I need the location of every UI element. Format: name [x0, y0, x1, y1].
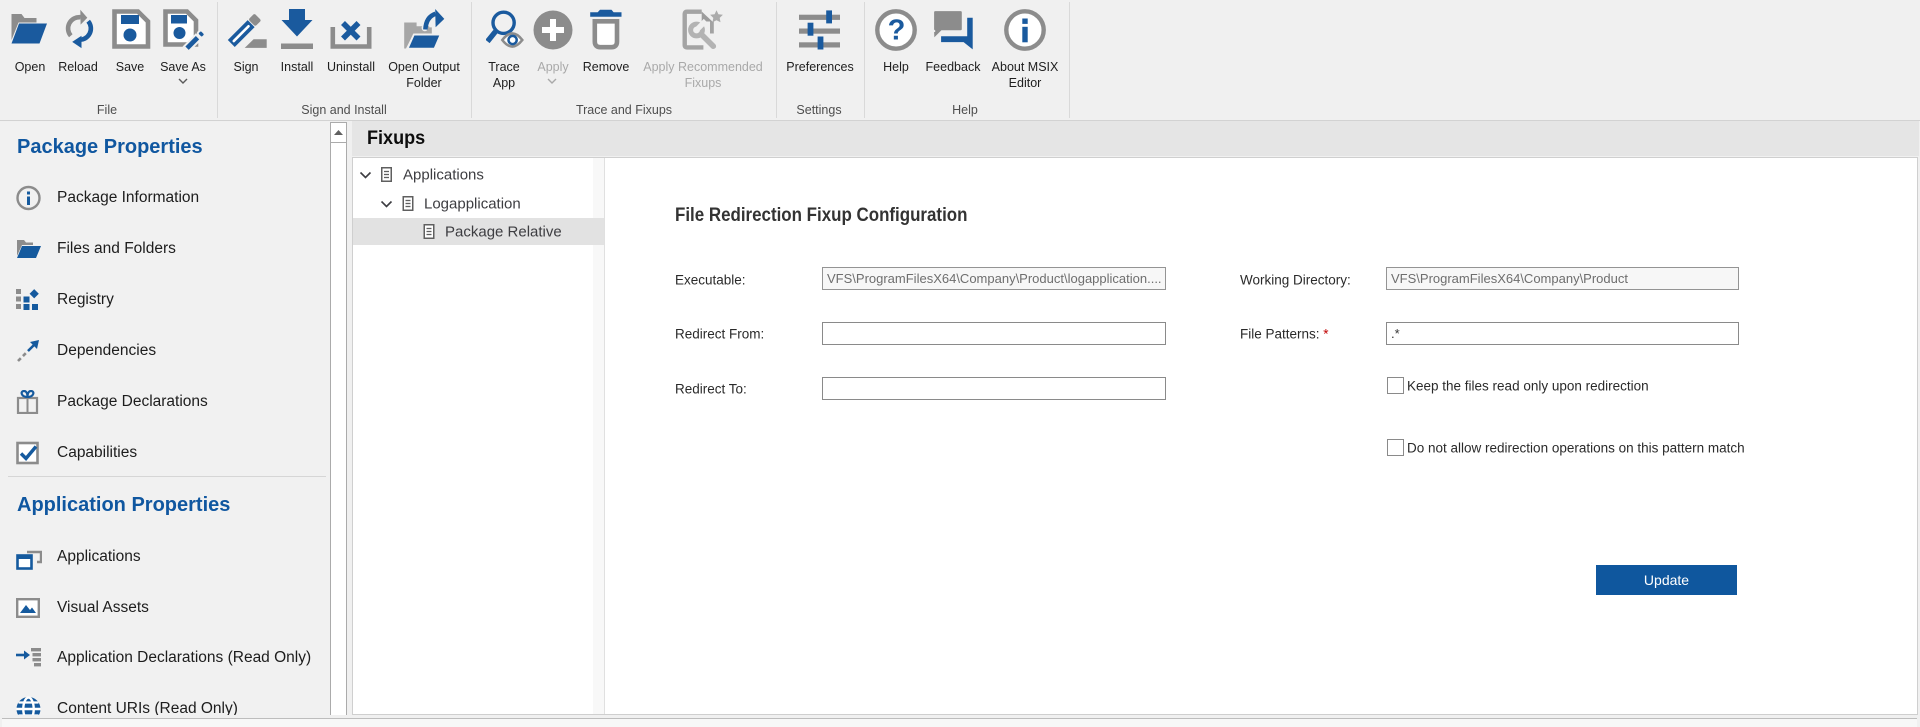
svg-text:?: ?	[888, 15, 906, 47]
